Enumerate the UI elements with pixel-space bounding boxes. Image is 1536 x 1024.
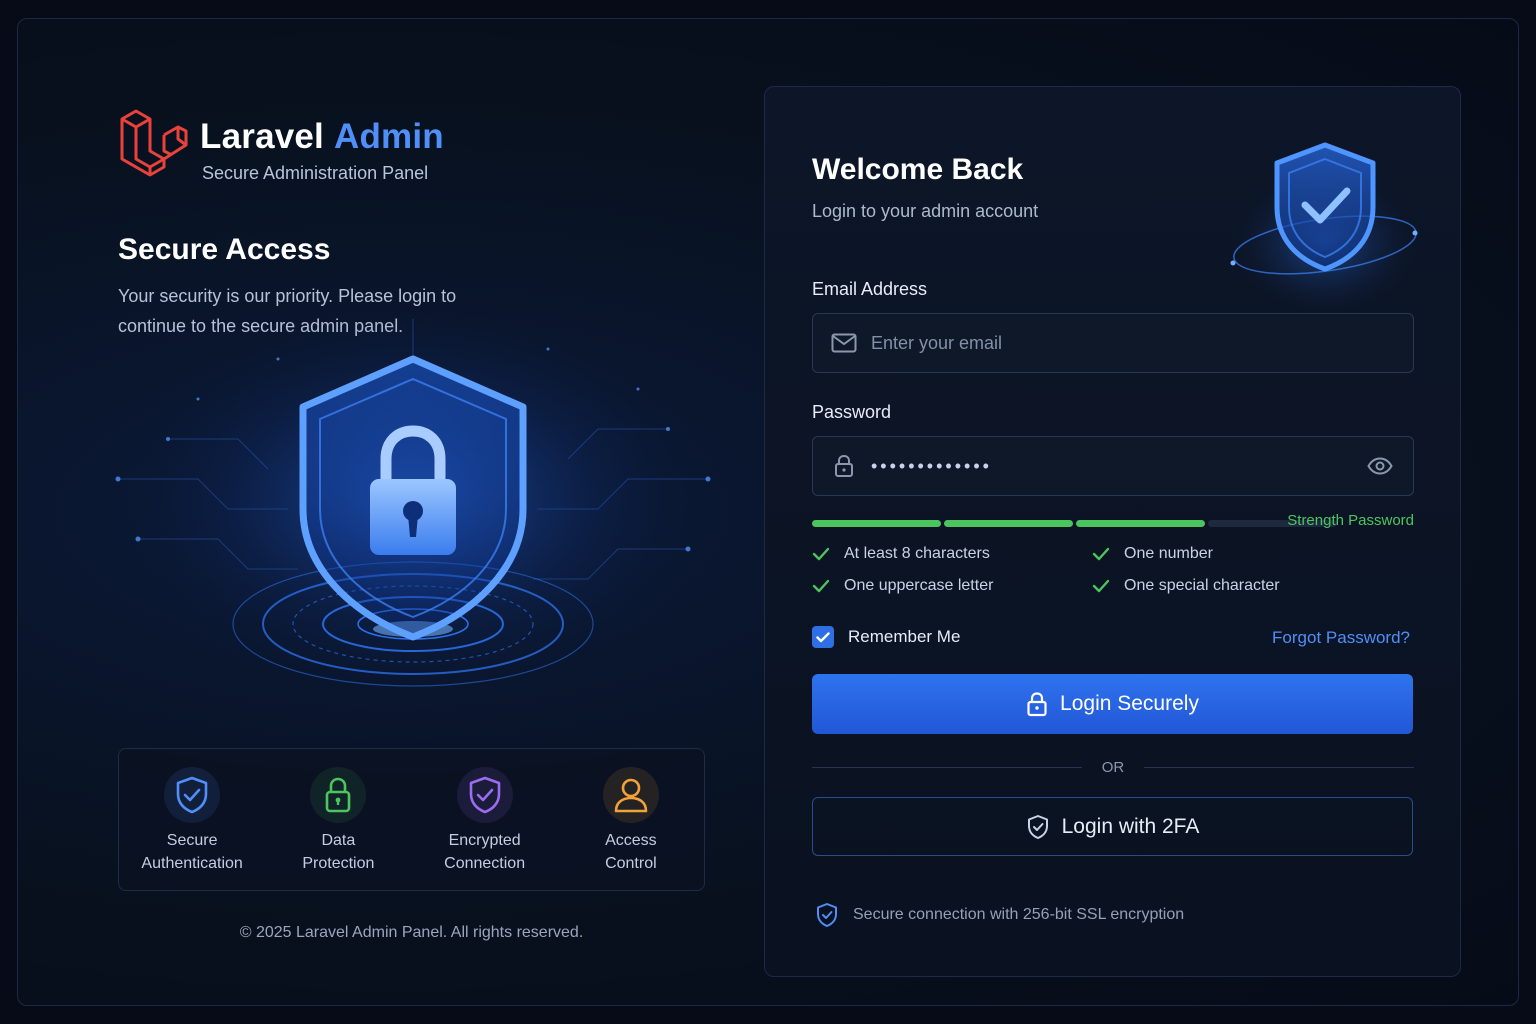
strength-label: Strength Password <box>1287 512 1414 529</box>
laravel-logo-icon <box>120 109 188 177</box>
check-icon <box>816 631 830 642</box>
secure-access-title: Secure Access <box>118 233 331 266</box>
requirement-text: One uppercase letter <box>844 577 994 594</box>
brand-subtitle: Secure Administration Panel <box>202 163 429 183</box>
features-panel: Secure Authentication Data Protection En… <box>118 748 705 891</box>
welcome-subtitle: Login to your admin account <box>812 201 1039 221</box>
password-field-wrapper: ••••••••••••• <box>812 436 1414 496</box>
eye-icon[interactable] <box>1365 451 1395 481</box>
user-icon <box>602 767 659 823</box>
requirement-item: One special character <box>1092 577 1372 595</box>
login-2fa-label: Login with 2FA <box>1061 814 1200 838</box>
login-2fa-button[interactable]: Login with 2FA <box>812 797 1413 856</box>
requirement-item: One uppercase letter <box>812 577 1092 595</box>
remember-me[interactable]: Remember Me <box>812 626 960 648</box>
email-input[interactable] <box>871 314 1395 372</box>
or-divider: OR <box>812 757 1414 777</box>
mail-icon <box>831 330 857 356</box>
requirement-text: One number <box>1124 545 1213 562</box>
password-label: Password <box>812 402 892 422</box>
remember-checkbox[interactable] <box>812 626 834 648</box>
password-strength-meter: Strength Password <box>812 512 1414 529</box>
check-icon <box>812 579 834 593</box>
login-card: Welcome Back Login to your admin account <box>764 86 1461 977</box>
shield-check-icon <box>164 767 221 823</box>
strength-segment <box>812 519 941 527</box>
shield-check-icon <box>1026 814 1050 840</box>
email-field-wrapper <box>812 313 1414 373</box>
ssl-note-text: Secure connection with 256-bit SSL encry… <box>853 906 1185 923</box>
padlock-icon <box>831 453 857 479</box>
login-securely-button[interactable]: Login Securely <box>812 674 1413 734</box>
padlock-icon <box>1026 691 1048 717</box>
requirement-text: One special character <box>1124 577 1280 594</box>
feature-encrypted-connection: Encrypted Connection <box>415 767 555 875</box>
requirement-item: At least 8 characters <box>812 545 1092 563</box>
check-icon <box>812 547 834 561</box>
welcome-title: Welcome Back <box>812 153 1024 186</box>
feature-label: Access Control <box>605 832 657 872</box>
shield-check-icon <box>815 902 839 928</box>
check-icon <box>1092 579 1114 593</box>
app-frame: Laravel Admin Secure Administration Panel… <box>17 18 1519 1006</box>
copyright: © 2025 Laravel Admin Panel. All rights r… <box>239 924 584 941</box>
password-requirements: At least 8 characters One number One upp… <box>812 545 1372 595</box>
login-button-label: Login Securely <box>1060 692 1199 715</box>
brand-name: Laravel <box>200 117 324 156</box>
brand-title: Laravel Admin <box>200 117 444 157</box>
feature-data-protection: Data Protection <box>268 767 408 875</box>
ssl-note: Secure connection with 256-bit SSL encry… <box>815 902 1184 928</box>
strength-segment <box>1076 519 1205 527</box>
strength-segment <box>944 519 1073 527</box>
or-text: OR <box>1101 758 1125 776</box>
divider-line <box>1144 766 1414 768</box>
shield-lock-illustration-icon <box>113 319 713 699</box>
shield-check-icon <box>1230 142 1420 310</box>
requirement-item: One number <box>1092 545 1372 563</box>
padlock-icon <box>310 767 367 823</box>
email-label: Email Address <box>812 279 928 299</box>
password-input[interactable]: ••••••••••••• <box>871 456 1365 477</box>
feature-secure-authentication: Secure Authentication <box>122 767 262 875</box>
divider-line <box>812 766 1082 768</box>
check-icon <box>1092 547 1114 561</box>
remember-label: Remember Me <box>848 627 961 646</box>
shield-check-icon <box>456 767 513 823</box>
brand: Laravel Admin Secure Administration Panel <box>118 109 444 184</box>
feature-label: Secure Authentication <box>141 832 243 872</box>
requirement-text: At least 8 characters <box>844 545 990 562</box>
feature-label: Data Protection <box>302 832 375 872</box>
feature-label: Encrypted Connection <box>444 832 526 872</box>
feature-access-control: Access Control <box>561 767 701 875</box>
brand-name-accent: Admin <box>334 117 444 156</box>
forgot-password-link[interactable]: Forgot Password? <box>1272 628 1410 648</box>
